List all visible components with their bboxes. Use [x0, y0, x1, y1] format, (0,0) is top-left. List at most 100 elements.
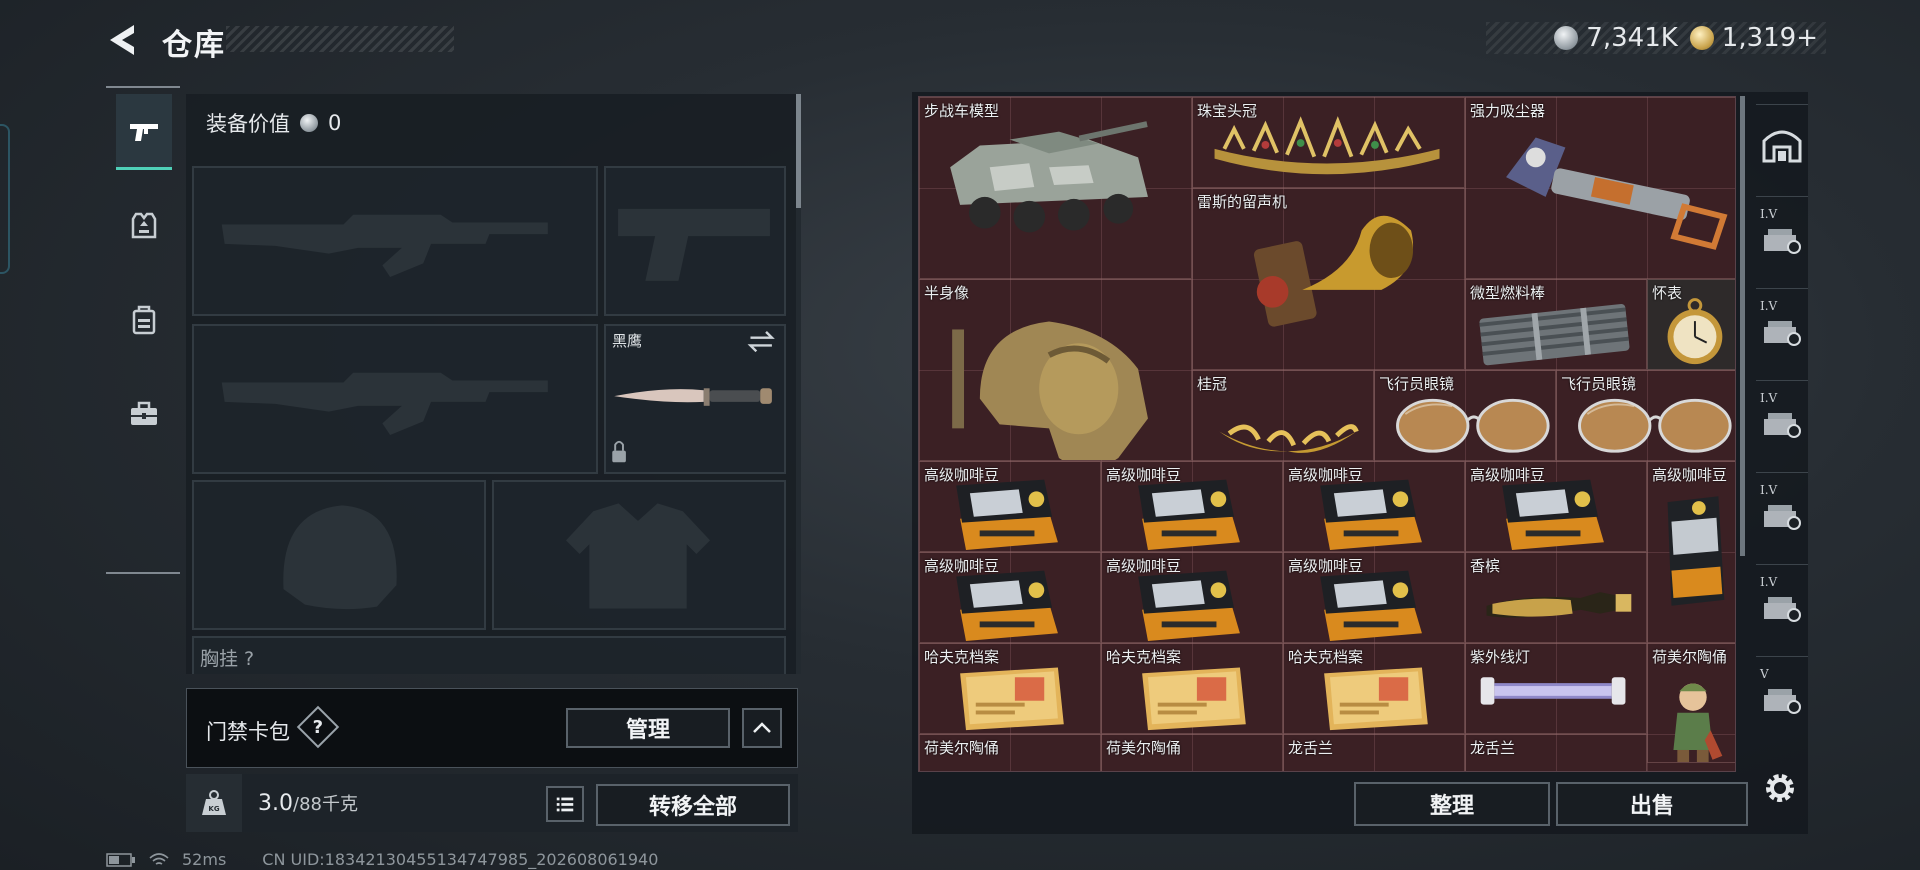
stash-item[interactable]: 香槟 — [1465, 552, 1647, 643]
side-drawer-handle[interactable] — [0, 124, 10, 274]
toolbox-icon — [131, 401, 157, 425]
armor-icon — [131, 212, 157, 239]
storage-tab-label: I.V — [1760, 575, 1778, 589]
storage-tab-2[interactable]: I.V — [1756, 196, 1808, 276]
stash-item[interactable]: 步战车模型 — [919, 97, 1192, 279]
coffee_tall-item-icon — [1667, 496, 1725, 606]
stash-item-name: 高级咖啡豆 — [1106, 557, 1182, 575]
storage-tab-6[interactable]: I.V — [1756, 564, 1808, 644]
weight-max: /88千克 — [293, 794, 358, 815]
stash-item[interactable]: 微型燃料棒 — [1465, 279, 1647, 370]
storage-tab-label: I.V — [1760, 299, 1778, 313]
rifle-silhouette-icon — [221, 214, 548, 278]
sort-button[interactable]: 整理 — [1354, 782, 1550, 826]
stash-item-name: 哈夫克档案 — [1106, 648, 1182, 666]
stash-item[interactable]: 雷斯的留声机 — [1192, 188, 1465, 370]
stash-item[interactable]: 哈夫克档案 — [919, 643, 1101, 734]
primary-weapon-slot-1[interactable] — [192, 166, 598, 316]
storage-4-icon — [1764, 504, 1801, 530]
back-button[interactable] — [104, 22, 144, 58]
stash-item[interactable]: 高级咖啡豆 — [1647, 461, 1735, 643]
weight-icon-text: KG — [208, 805, 219, 813]
stash-item-name: 步战车模型 — [924, 102, 1000, 120]
stash-item[interactable]: 高级咖啡豆 — [1101, 461, 1283, 552]
sidearm-slot[interactable] — [604, 166, 786, 316]
settings-button[interactable] — [1760, 768, 1800, 808]
stash-item-name: 半身像 — [924, 284, 970, 302]
sell-button[interactable]: 出售 — [1556, 782, 1748, 826]
stash-home-icon — [1762, 130, 1802, 162]
stash-item[interactable]: 哈夫克档案 — [1101, 643, 1283, 734]
stash-item[interactable]: 怀表 — [1647, 279, 1735, 370]
chest-rig-slot[interactable]: 胸挂 ? — [192, 636, 786, 674]
card-pack-label: 门禁卡包 — [206, 720, 290, 744]
stash-item[interactable]: 荷美尔陶俑 — [1101, 734, 1283, 771]
silver-coin-icon — [300, 114, 318, 132]
stash-item[interactable]: 高级咖啡豆 — [1101, 552, 1283, 643]
transfer-all-button[interactable]: 转移全部 — [596, 784, 790, 826]
storage-tab-1[interactable] — [1756, 104, 1808, 184]
stash-item[interactable]: 荷美尔陶俑 — [919, 734, 1101, 771]
stash-item[interactable]: 高级咖啡豆 — [1283, 552, 1465, 643]
vacuum-item-icon — [1506, 137, 1728, 250]
chest-rig-label: 胸挂 ? — [200, 648, 255, 670]
stash-item[interactable]: 强力吸尘器 — [1465, 97, 1735, 279]
stash-item[interactable]: 高级咖啡豆 — [919, 461, 1101, 552]
pistol-silhouette-icon — [618, 208, 770, 281]
equipment-scrollbar-thumb[interactable] — [796, 94, 801, 208]
stash-item[interactable]: 荷美尔陶俑 — [1647, 643, 1735, 763]
stash-item[interactable]: 龙舌兰 — [1465, 734, 1647, 771]
swap-arrows-icon[interactable] — [606, 326, 784, 472]
storage-tab-5[interactable]: I.V — [1756, 472, 1808, 552]
primary-weapon-slot-2[interactable] — [192, 324, 598, 474]
stash-item[interactable]: 飞行员眼镜 — [1374, 370, 1556, 461]
storage-1-icon — [1764, 228, 1801, 254]
ifv-item-icon — [950, 121, 1148, 233]
silver-coin-icon — [1554, 26, 1579, 50]
collapse-button[interactable] — [742, 708, 782, 748]
stash-item[interactable]: 高级咖啡豆 — [1465, 461, 1647, 552]
stash-item-name: 怀表 — [1652, 284, 1683, 302]
stash-item[interactable]: 龙舌兰 — [1283, 734, 1465, 771]
helmet-slot[interactable] — [192, 480, 486, 630]
storage-tab-3[interactable]: I.V — [1756, 288, 1808, 368]
stash-item[interactable]: 飞行员眼镜 — [1556, 370, 1735, 461]
gold-coin-icon — [1689, 26, 1714, 50]
stash-item-name: 桂冠 — [1197, 375, 1228, 393]
uid-text: CN UID:18342130455134747985_202608061940 — [262, 850, 659, 869]
stash-item[interactable]: 桂冠 — [1192, 370, 1374, 461]
right-storage-rail: I.V I.V I.V I.V I.V V — [1756, 94, 1808, 734]
manage-button[interactable]: 管理 — [566, 708, 730, 748]
stash-item-name: 龙舌兰 — [1470, 739, 1516, 757]
stash-item[interactable]: 哈夫克档案 — [1283, 643, 1465, 734]
tab-backpack[interactable] — [116, 282, 172, 358]
stash-item-name: 哈夫克档案 — [1288, 648, 1364, 666]
storage-tab-4[interactable]: I.V — [1756, 380, 1808, 460]
stash-item-name: 高级咖啡豆 — [1288, 557, 1364, 575]
gear-icon — [1766, 774, 1794, 802]
gold-currency[interactable]: 1,319+ — [1689, 23, 1818, 53]
stash-item[interactable]: 高级咖啡豆 — [1283, 461, 1465, 552]
storage-tab-7[interactable]: V — [1756, 656, 1808, 736]
stash-item[interactable]: 珠宝头冠 — [1192, 97, 1465, 188]
tab-weapons[interactable] — [116, 94, 172, 170]
tab-toolbox[interactable] — [116, 376, 172, 452]
stash-item-name: 高级咖啡豆 — [1470, 466, 1546, 484]
stash-item[interactable]: 高级咖啡豆 — [919, 552, 1101, 643]
help-mark: ? — [312, 716, 324, 738]
chevron-up-icon — [753, 722, 771, 733]
stash-item[interactable]: 半身像 — [919, 279, 1192, 461]
list-view-button[interactable] — [546, 786, 584, 822]
stash-item-name: 雷斯的留声机 — [1197, 193, 1288, 211]
melee-slot[interactable]: 黑鹰 — [604, 324, 786, 474]
page-title: 仓库 — [162, 28, 226, 63]
weight-current: 3.0 — [258, 791, 293, 816]
stash-item-name: 飞行员眼镜 — [1379, 375, 1455, 393]
equipment-value: 装备价值 0 — [206, 108, 341, 138]
stash-scrollbar[interactable] — [1740, 96, 1745, 556]
stash-item[interactable]: 紫外线灯 — [1465, 643, 1647, 734]
body-armor-slot[interactable] — [492, 480, 786, 630]
weight-icon-box: KG — [186, 774, 242, 832]
tab-armor[interactable] — [116, 188, 172, 264]
silver-currency[interactable]: 7,341K — [1554, 23, 1678, 53]
